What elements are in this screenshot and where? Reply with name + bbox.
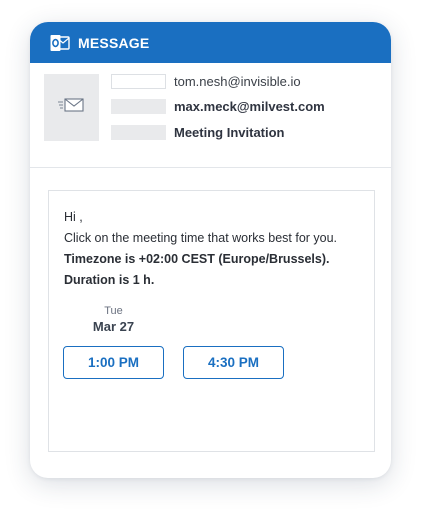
message-header: tom.nesh@invisible.io max.meck@milvest.c… <box>30 63 391 168</box>
outlook-icon <box>50 34 70 52</box>
time-slot-button[interactable]: 1:00 PM <box>63 346 164 379</box>
to-row: max.meck@milvest.com <box>111 98 325 114</box>
title-bar: MESSAGE <box>30 22 391 63</box>
message-window: MESSAGE tom.nesh@invisible.io max.meck@m… <box>30 22 391 478</box>
greeting: Hi , <box>64 210 83 224</box>
subject-value: Meeting Invitation <box>174 124 285 140</box>
to-label <box>111 98 166 114</box>
date-block: Tue Mar 27 <box>77 304 150 336</box>
from-row: tom.nesh@invisible.io <box>111 73 301 89</box>
message-body: Hi , Click on the meeting time that work… <box>48 190 375 452</box>
day-of-week: Tue <box>104 305 123 317</box>
to-value: max.meck@milvest.com <box>174 98 325 114</box>
message-text: Hi , Click on the meeting time that work… <box>64 207 369 291</box>
instruction-line: Click on the meeting time that works bes… <box>64 231 338 245</box>
timezone-line: Timezone is +02:00 CEST (Europe/Brussels… <box>64 252 330 266</box>
time-slot-button[interactable]: 4:30 PM <box>183 346 284 379</box>
subject-row: Meeting Invitation <box>111 124 285 140</box>
from-value: tom.nesh@invisible.io <box>174 73 301 89</box>
window-title: MESSAGE <box>78 34 150 51</box>
envelope-icon <box>57 96 86 119</box>
duration-line: Duration is 1 h. <box>64 273 155 287</box>
meeting-date: Mar 27 <box>92 319 135 334</box>
subject-label <box>111 124 166 140</box>
from-label <box>111 73 166 89</box>
avatar <box>44 74 99 141</box>
